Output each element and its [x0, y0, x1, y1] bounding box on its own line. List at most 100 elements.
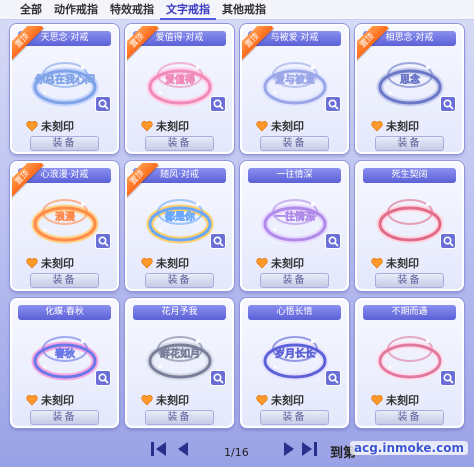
ring-card[interactable]: 置顶 随风·对戒 都是你 未刻印 装备 [125, 161, 234, 291]
status-label: 未刻印 [41, 120, 74, 133]
ring-engraving: 浪漫 [55, 210, 76, 223]
engrave-status: 未刻印 [256, 392, 304, 408]
tab-3[interactable]: 文字戒指 [160, 0, 216, 20]
ring-card[interactable]: 不期而遇 未刻印 装备 [355, 298, 464, 428]
ring-title: 死生契阔 [363, 168, 456, 183]
ring-icon [376, 336, 443, 381]
preview-button[interactable] [440, 96, 456, 112]
equip-button[interactable]: 装备 [30, 410, 99, 425]
magnifier-icon [212, 235, 224, 247]
equip-button[interactable]: 装备 [145, 136, 214, 151]
prev-page-icon [178, 442, 188, 456]
ring-icon: 浪漫 [31, 199, 98, 244]
preview-button[interactable] [210, 233, 226, 249]
tab-2[interactable]: 特效戒指 [104, 0, 160, 20]
ring-engraving: 岁月长长 [275, 347, 316, 360]
preview-button[interactable] [325, 96, 341, 112]
page-number: 1/16 [224, 446, 249, 459]
equip-button[interactable]: 装备 [260, 136, 329, 151]
first-page-icon [151, 442, 166, 456]
status-label: 未刻印 [271, 394, 304, 407]
magnifier-icon [212, 98, 224, 110]
engrave-status: 未刻印 [256, 118, 304, 134]
magnifier-icon [442, 98, 454, 110]
ring-card[interactable]: 置顶 相思念·对戒 思念 未刻印 装备 [355, 24, 464, 154]
heart-icon [256, 121, 268, 132]
equip-button[interactable]: 装备 [260, 410, 329, 425]
preview-button[interactable] [325, 233, 341, 249]
ring-icon: 岁月长长 [261, 336, 328, 381]
preview-button[interactable] [210, 96, 226, 112]
ring-engraving: 都是你 [164, 210, 195, 223]
magnifier-icon [212, 372, 224, 384]
equip-button[interactable]: 装备 [145, 273, 214, 288]
category-tabs: 全部 动作戒指 特效戒指 文字戒指 其他戒指 [0, 0, 474, 20]
equip-button[interactable]: 装备 [30, 136, 99, 151]
ring-engraving: 爱与被爱 [275, 73, 315, 86]
status-label: 未刻印 [386, 257, 419, 270]
tab-4[interactable]: 其他戒指 [216, 0, 272, 20]
status-label: 未刻印 [386, 120, 419, 133]
ring-engraving: 鲜花如月 [160, 347, 200, 360]
preview-button[interactable] [440, 370, 456, 386]
ring-card[interactable]: 置顶 心浪漫·对戒 浪漫 未刻印 装备 [10, 161, 119, 291]
magnifier-icon [442, 235, 454, 247]
ring-grid: 置顶 天思念·对戒 你总在我心间 未刻印 装备 置顶 爱值得·对戒 爱值得 未刻… [10, 24, 466, 429]
preview-button[interactable] [95, 96, 111, 112]
equip-button[interactable]: 装备 [260, 273, 329, 288]
equip-button[interactable]: 装备 [145, 410, 214, 425]
ring-icon: 一往情深 [261, 199, 328, 244]
ring-icon [376, 199, 443, 244]
magnifier-icon [327, 235, 339, 247]
ring-engraving: 思念 [400, 73, 420, 86]
ring-icon: 爱值得 [146, 62, 213, 107]
ring-card[interactable]: 置顶 爱值得·对戒 爱值得 未刻印 装备 [125, 24, 234, 154]
status-label: 未刻印 [156, 257, 189, 270]
magnifier-icon [97, 372, 109, 384]
ring-card[interactable]: 花月予我 鲜花如月 未刻印 装备 [125, 298, 234, 428]
equip-button[interactable]: 装备 [375, 136, 444, 151]
next-page-icon [284, 442, 294, 456]
status-label: 未刻印 [156, 120, 189, 133]
heart-icon [26, 395, 38, 406]
ring-card[interactable]: 化蝶·春秋 春秋 未刻印 装备 [10, 298, 119, 428]
heart-icon [141, 258, 153, 269]
ring-card[interactable]: 死生契阔 未刻印 装备 [355, 161, 464, 291]
heart-icon [141, 395, 153, 406]
engrave-status: 未刻印 [141, 255, 189, 271]
engrave-status: 未刻印 [26, 392, 74, 408]
preview-button[interactable] [95, 370, 111, 386]
tab-0[interactable]: 全部 [14, 0, 48, 20]
heart-icon [26, 121, 38, 132]
engrave-status: 未刻印 [141, 118, 189, 134]
ring-card[interactable]: 置顶 与被爱·对戒 爱与被爱 未刻印 装备 [240, 24, 349, 154]
engrave-status: 未刻印 [371, 118, 419, 134]
preview-button[interactable] [210, 370, 226, 386]
equip-button[interactable]: 装备 [375, 273, 444, 288]
heart-icon [256, 395, 268, 406]
preview-button[interactable] [440, 233, 456, 249]
engrave-status: 未刻印 [256, 255, 304, 271]
next-page-button[interactable] [282, 441, 296, 461]
status-label: 未刻印 [271, 257, 304, 270]
first-page-button[interactable] [150, 441, 172, 461]
equip-button[interactable]: 装备 [375, 410, 444, 425]
ring-card[interactable]: 一往情深 一往情深 未刻印 装备 [240, 161, 349, 291]
prev-page-button[interactable] [176, 441, 190, 461]
tab-1[interactable]: 动作戒指 [48, 0, 104, 20]
ring-card[interactable]: 置顶 天思念·对戒 你总在我心间 未刻印 装备 [10, 24, 119, 154]
last-page-button[interactable] [300, 441, 322, 461]
magnifier-icon [97, 98, 109, 110]
magnifier-icon [327, 98, 339, 110]
engrave-status: 未刻印 [26, 255, 74, 271]
ring-icon: 都是你 [146, 199, 213, 244]
ring-title: 化蝶·春秋 [18, 305, 111, 320]
ring-engraving: 爱值得 [165, 73, 195, 86]
preview-button[interactable] [95, 233, 111, 249]
preview-button[interactable] [325, 370, 341, 386]
heart-icon [371, 258, 383, 269]
ring-card[interactable]: 心悟长情 岁月长长 未刻印 装备 [240, 298, 349, 428]
equip-button[interactable]: 装备 [30, 273, 99, 288]
engrave-status: 未刻印 [26, 118, 74, 134]
heart-icon [371, 121, 383, 132]
